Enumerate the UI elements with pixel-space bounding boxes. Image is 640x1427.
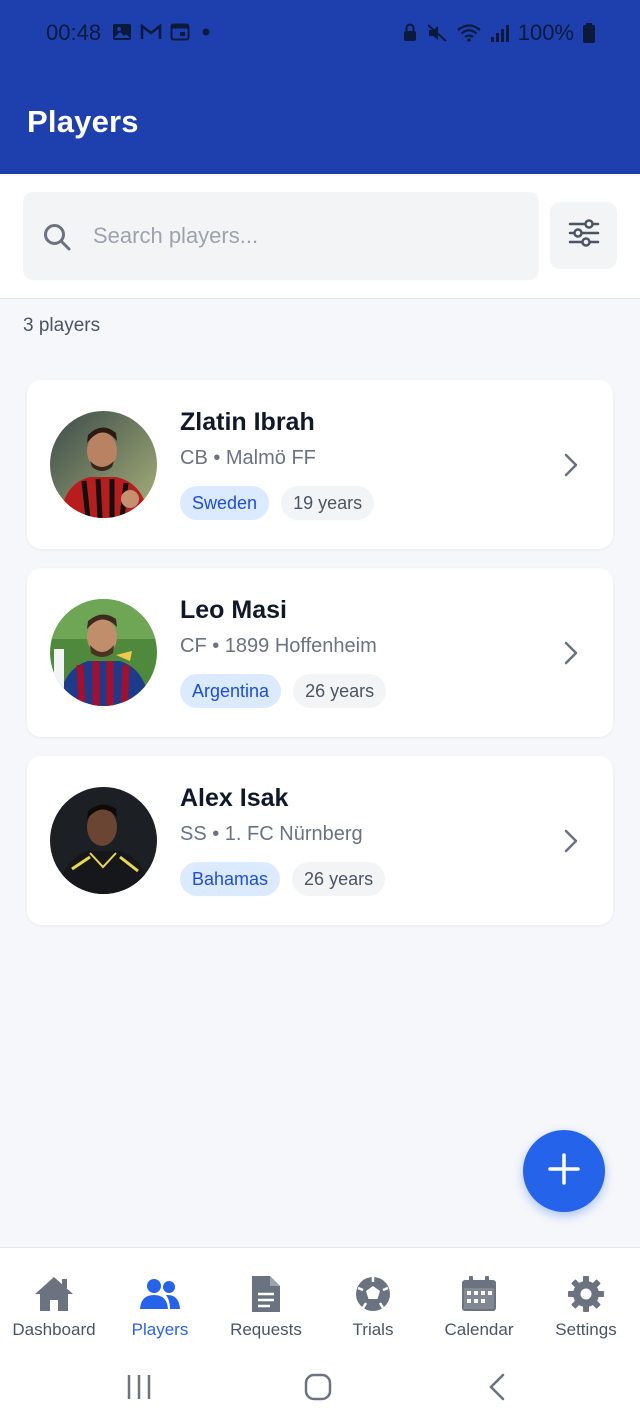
app-header: 00:48 100% Players	[0, 0, 640, 174]
nav-label: Players	[131, 1320, 189, 1339]
nav-label: Settings	[555, 1320, 617, 1339]
battery-icon	[582, 22, 596, 44]
nav-label: Requests	[230, 1320, 302, 1339]
system-status-icons: 100%	[402, 20, 596, 46]
player-tags: Bahamas 26 years	[180, 862, 386, 896]
country-tag: Sweden	[180, 486, 270, 520]
player-count: 3 players	[23, 315, 101, 336]
wifi-icon	[456, 23, 482, 43]
gear-icon	[567, 1274, 605, 1314]
nav-trials[interactable]: Trials	[320, 1248, 426, 1356]
status-bar: 00:48 100%	[0, 0, 640, 68]
nav-dashboard[interactable]: Dashboard	[1, 1248, 107, 1356]
player-card[interactable]: Zlatin Ibrah CB • Malmö FF Sweden 19 yea…	[27, 380, 613, 549]
age-tag: 19 years	[281, 486, 375, 520]
nav-label: Dashboard	[12, 1320, 96, 1339]
calendar-notification-icon	[170, 22, 190, 42]
age-tag: 26 years	[292, 862, 386, 896]
recent-apps-icon[interactable]	[125, 1373, 153, 1406]
player-name: Alex Isak	[180, 784, 289, 812]
sliders-icon	[568, 219, 600, 252]
home-icon	[33, 1274, 75, 1314]
nav-label: Trials	[352, 1320, 394, 1339]
nav-calendar[interactable]: Calendar	[426, 1248, 532, 1356]
player-card[interactable]: Alex Isak SS • 1. FC Nürnberg Bahamas 26…	[27, 756, 613, 925]
player-name: Leo Masi	[180, 596, 287, 624]
search-box[interactable]	[23, 192, 539, 280]
player-position-club: CB • Malmö FF	[180, 447, 316, 469]
back-icon[interactable]	[485, 1373, 509, 1406]
nav-requests[interactable]: Requests	[213, 1248, 319, 1356]
notification-icons	[112, 22, 214, 42]
player-position-club: CF • 1899 Hoffenheim	[180, 635, 377, 657]
nav-players[interactable]: Players	[107, 1248, 213, 1356]
player-tags: Argentina 26 years	[180, 674, 387, 708]
player-tags: Sweden 19 years	[180, 486, 375, 520]
soccer-ball-icon	[354, 1274, 392, 1314]
player-card[interactable]: Leo Masi CF • 1899 Hoffenheim Argentina …	[27, 568, 613, 737]
country-tag: Argentina	[180, 674, 282, 708]
search-input[interactable]	[93, 214, 523, 258]
page-title: Players	[27, 104, 139, 139]
system-navigation-bar	[0, 1355, 640, 1427]
battery-percent: 100%	[517, 20, 574, 45]
status-time: 00:48	[46, 20, 102, 45]
lock-icon	[402, 23, 418, 43]
plus-icon	[547, 1152, 581, 1191]
nav-settings[interactable]: Settings	[533, 1248, 639, 1356]
player-avatar	[50, 787, 157, 894]
home-button-icon[interactable]	[304, 1373, 332, 1406]
player-avatar	[50, 411, 157, 518]
calendar-icon	[460, 1274, 498, 1314]
age-tag: 26 years	[293, 674, 387, 708]
nav-label: Calendar	[444, 1320, 514, 1339]
mute-icon	[426, 23, 448, 43]
document-icon	[250, 1274, 282, 1314]
country-tag: Bahamas	[180, 862, 281, 896]
chevron-right-icon	[563, 640, 579, 671]
gmail-icon	[140, 23, 162, 41]
player-name: Zlatin Ibrah	[180, 408, 315, 436]
filter-button[interactable]	[550, 202, 617, 269]
dot-icon	[198, 22, 214, 42]
signal-icon	[490, 23, 510, 43]
chevron-right-icon	[563, 452, 579, 483]
bottom-navigation: Dashboard Players Requests Trials Calend…	[0, 1247, 640, 1355]
users-icon	[139, 1274, 181, 1314]
search-icon	[42, 222, 72, 257]
chevron-right-icon	[563, 828, 579, 859]
add-player-button[interactable]	[523, 1130, 605, 1212]
gallery-icon	[112, 22, 132, 42]
player-avatar	[50, 599, 157, 706]
search-bar-area	[0, 174, 640, 299]
player-position-club: SS • 1. FC Nürnberg	[180, 823, 363, 845]
